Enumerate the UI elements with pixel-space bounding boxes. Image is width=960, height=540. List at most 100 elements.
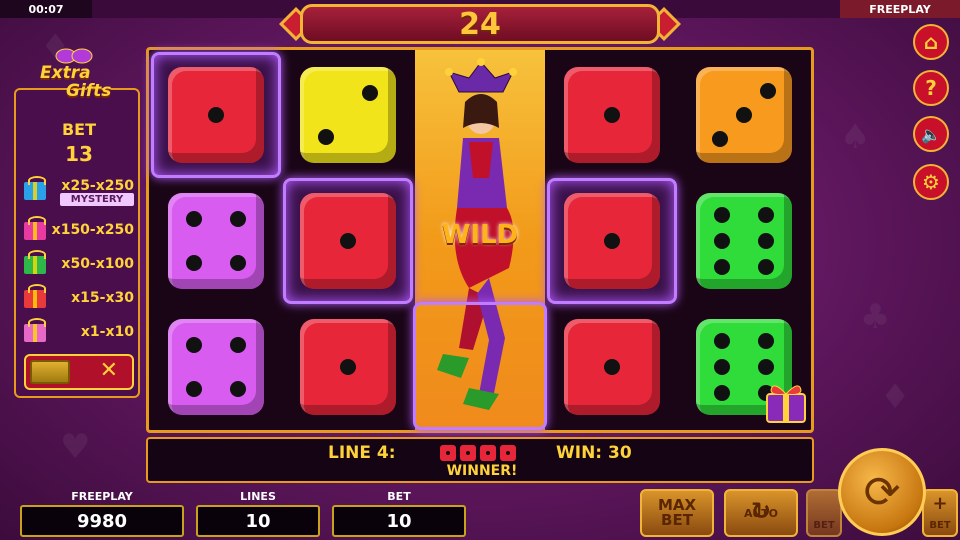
auto-spin-button[interactable]: ↻ AUTO	[724, 489, 798, 537]
die-pip	[604, 359, 620, 375]
extra-gifts-panel: BET 13 x25-x250 MYSTERY x150-x250 x50-x1…	[14, 88, 140, 398]
winner-label: WINNER!	[446, 463, 518, 479]
logo-word-2: Gifts	[66, 81, 112, 101]
gift-icon	[24, 176, 46, 200]
gift-icon	[24, 250, 46, 274]
green-die-6	[696, 193, 792, 289]
bet-value: 10	[332, 505, 466, 537]
close-icon: ✕	[99, 358, 118, 383]
prize-range: x1-x10	[80, 324, 134, 340]
mini-die-icon	[440, 445, 456, 461]
win-label: WIN: 30	[556, 443, 632, 463]
auto-label: AUTO	[744, 506, 778, 520]
bet-label: BET	[387, 490, 411, 503]
die-pip	[230, 337, 246, 353]
magenta-die-4	[168, 193, 264, 289]
extra-gifts-logo: Extra Gifts	[40, 48, 120, 108]
die-pip	[758, 259, 774, 275]
red-die-1	[564, 67, 660, 163]
lines-label: LINES	[240, 490, 276, 503]
suit-pattern: ♠	[840, 117, 871, 157]
die-pip	[714, 259, 730, 275]
settings-gear-icon: ⚙	[922, 170, 940, 194]
die-pip	[186, 381, 202, 397]
settings-button[interactable]: ⚙	[913, 164, 949, 200]
die-pip	[186, 337, 202, 353]
mini-die-icon	[480, 445, 496, 461]
help-button[interactable]: ?	[913, 70, 949, 106]
wild-label: WILD	[441, 220, 519, 250]
mystery-tag: MYSTERY	[60, 193, 134, 206]
freeplay-balance: 9980	[20, 505, 184, 537]
reel-cell	[151, 304, 281, 430]
reel-cell	[547, 304, 677, 430]
red-die-1	[564, 193, 660, 289]
reel-cell	[547, 52, 677, 178]
bet-minus-label: BET	[813, 520, 835, 531]
prize-row: x1-x10	[22, 318, 138, 346]
status-bar: LINE 4: WIN: 30 WINNER!	[146, 437, 814, 483]
die-pip	[340, 359, 356, 375]
die-pip	[604, 107, 620, 123]
die-pip	[714, 207, 730, 223]
bet-plus-button[interactable]: + BET	[922, 489, 958, 537]
mini-die-icon	[460, 445, 476, 461]
bet-minus-button[interactable]: BET	[806, 489, 842, 537]
sound-button[interactable]: 🔈	[913, 116, 949, 152]
mode-label: FREEPLAY	[840, 0, 960, 18]
reel-cell	[283, 304, 413, 430]
red-die-1	[564, 319, 660, 415]
suit-pattern: ♦	[880, 377, 911, 417]
reel-cell	[151, 52, 281, 178]
gift-icon	[24, 318, 46, 342]
suit-pattern: ♥	[60, 427, 91, 467]
reel-cell	[679, 52, 809, 178]
home-button[interactable]: ⌂	[913, 24, 949, 60]
bet-plus-label: BET	[929, 520, 951, 531]
freeplay-label: FREEPLAY	[71, 490, 133, 503]
die-pip	[340, 233, 356, 249]
toggle-knob[interactable]	[30, 360, 70, 384]
sound-off-icon: 🔈	[921, 124, 941, 144]
clock: 00:07	[0, 0, 92, 18]
gift-toggle-switch[interactable]: ✕	[24, 354, 134, 390]
die-pip	[362, 85, 378, 101]
panel-bet-label: BET	[61, 120, 97, 139]
plus-icon: +	[932, 493, 948, 514]
gift-icon	[24, 216, 46, 240]
mini-die-icon	[500, 445, 516, 461]
spin-button[interactable]: ⟳	[838, 448, 926, 536]
gift-bonus-icon	[765, 380, 807, 428]
prize-row: x15-x30	[22, 284, 138, 312]
die-pip	[714, 333, 730, 349]
die-pip	[712, 131, 728, 147]
reel-cell	[151, 178, 281, 304]
lines-value: 10	[196, 505, 320, 537]
die-pip	[208, 107, 224, 123]
die-pip	[714, 385, 730, 401]
die-pip	[758, 233, 774, 249]
die-pip	[760, 83, 776, 99]
die-pip	[604, 233, 620, 249]
red-die-1	[300, 193, 396, 289]
reel-cell	[283, 52, 413, 178]
reel-cell	[283, 178, 413, 304]
prize-row: x150-x250	[22, 216, 138, 244]
red-die-1	[168, 67, 264, 163]
die-pip	[230, 381, 246, 397]
line-label: LINE 4:	[328, 443, 396, 463]
reel-cell	[547, 178, 677, 304]
die-pip	[318, 129, 334, 145]
orange-die-3	[696, 67, 792, 163]
die-pip	[758, 359, 774, 375]
die-pip	[186, 255, 202, 271]
panel-bet-value: 13	[65, 142, 93, 166]
prize-range: x150-x250	[51, 222, 134, 238]
suit-pattern: ♣	[860, 297, 891, 337]
prize-row: x50-x100	[22, 250, 138, 278]
win-counter: 24	[300, 4, 660, 44]
reels-frame: WILD	[146, 47, 814, 433]
help-icon: ?	[925, 76, 937, 100]
max-bet-button[interactable]: MAX BET	[640, 489, 714, 537]
prize-range: x15-x30	[71, 290, 134, 306]
